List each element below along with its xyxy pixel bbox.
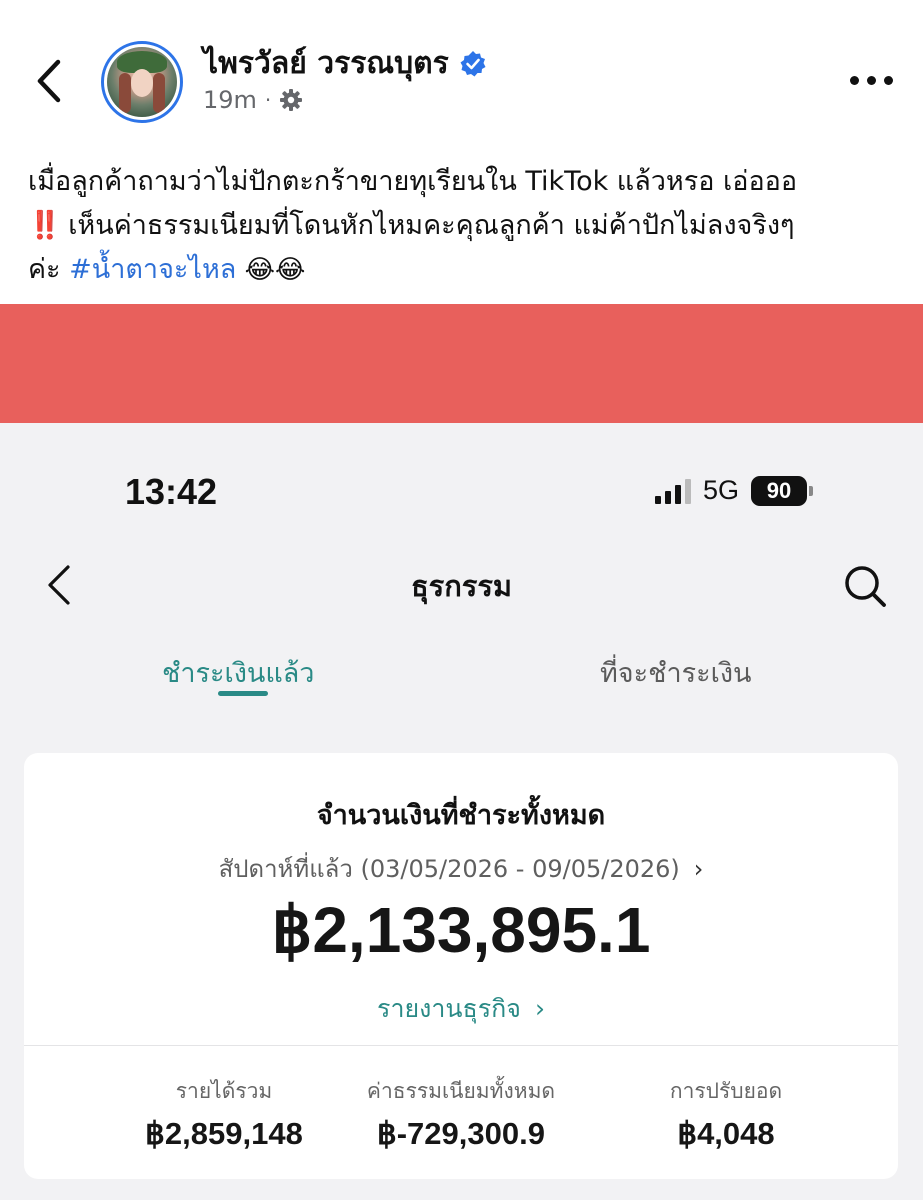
period-selector[interactable]: สัปดาห์ที่แล้ว (03/05/2026 - 09/05/2026)… — [24, 849, 898, 888]
tab-pending[interactable]: ที่จะชำระเงิน — [600, 651, 751, 694]
chevron-right-icon: › — [693, 855, 704, 883]
active-tab-indicator — [218, 691, 268, 696]
search-icon[interactable] — [842, 563, 888, 609]
double-exclamation-icon: ‼️ — [28, 210, 62, 241]
back-chevron-icon[interactable] — [30, 56, 70, 106]
avatar[interactable] — [101, 41, 183, 123]
business-report-link[interactable]: รายงานธุรกิจ › — [24, 989, 898, 1029]
status-time: 13:42 — [125, 471, 218, 512]
post-header: ไพรวัลย์ วรรณบุตร 19m · — [0, 0, 923, 150]
more-dots-icon[interactable] — [850, 70, 894, 90]
stat-label: ค่าธรรมเนียมทั้งหมด — [366, 1079, 556, 1103]
network-type: 5G — [703, 475, 740, 505]
red-banner — [0, 304, 923, 423]
stat-label: การปรับยอด — [669, 1079, 783, 1103]
divider — [24, 1045, 898, 1046]
summary-title: จำนวนเงินที่ชำระทั้งหมด — [316, 800, 606, 831]
gear-icon[interactable] — [279, 88, 303, 112]
post-text-line-2-body: เห็นค่าธรรมเนียมที่โดนหักไหมคะคุณลูกค้า … — [59, 210, 795, 241]
stat-value: ฿2,859,148 — [145, 1116, 303, 1151]
stat-value: ฿4,048 — [677, 1116, 775, 1151]
stat-total-fees: ค่าธรรมเนียมทั้งหมด ฿-729,300.9 — [331, 1075, 591, 1152]
payment-summary-card: จำนวนเงินที่ชำระทั้งหมด สัปดาห์ที่แล้ว (… — [24, 753, 898, 1179]
stat-total-income: รายได้รวม ฿2,859,148 — [94, 1075, 354, 1152]
post-text-line-3-prefix: ค่ะ — [28, 254, 70, 285]
avatar-photo — [107, 47, 177, 117]
post-text-line-3: ค่ะ #น้ำตาจะไหล 😂😂 — [28, 248, 898, 292]
verified-badge-icon — [460, 50, 486, 76]
post-text: เมื่อลูกค้าถามว่าไม่ปักตะกร้าขายทุเรียนใ… — [28, 160, 898, 292]
tab-paid[interactable]: ชำระเงินแล้ว — [162, 651, 314, 694]
hashtag-link[interactable]: #น้ำตาจะไหล — [69, 254, 236, 285]
page-title: ธุรกรรม — [410, 569, 513, 603]
post-text-line-2: ‼️ เห็นค่าธรรมเนียมที่โดนหักไหมคะคุณลูกค… — [28, 204, 898, 248]
author-name-row[interactable]: ไพรวัลย์ วรรณบุตร — [203, 40, 487, 87]
post-time[interactable]: 19m — [203, 86, 257, 114]
status-indicators: 5G 90 — [655, 475, 814, 506]
stat-adjustment: การปรับยอด ฿4,048 — [596, 1075, 856, 1152]
post-meta: 19m · — [203, 86, 303, 114]
total-amount: ฿2,133,895.1 — [271, 894, 651, 966]
stat-label: รายได้รวม — [175, 1079, 273, 1103]
period-label: สัปดาห์ที่แล้ว (03/05/2026 - 09/05/2026) — [218, 855, 680, 883]
meta-separator: · — [264, 88, 272, 112]
chevron-right-icon: › — [534, 994, 545, 1023]
post-text-line-1: เมื่อลูกค้าถามว่าไม่ปักตะกร้าขายทุเรียนใ… — [28, 166, 798, 197]
stat-value: ฿-729,300.9 — [377, 1116, 545, 1151]
business-report-label: รายงานธุรกิจ — [377, 994, 521, 1023]
battery-cap — [809, 485, 814, 496]
battery-icon: 90 — [751, 475, 808, 506]
laughing-emoji-icon: 😂😂 — [236, 255, 306, 285]
attached-screenshot[interactable]: 13:42 5G 90 ธุรกรรม ชำระเงินแล้ว ที่จะชำ… — [0, 423, 923, 1200]
signal-icon — [655, 478, 691, 504]
author-name[interactable]: ไพรวัลย์ วรรณบุตร — [203, 40, 449, 87]
